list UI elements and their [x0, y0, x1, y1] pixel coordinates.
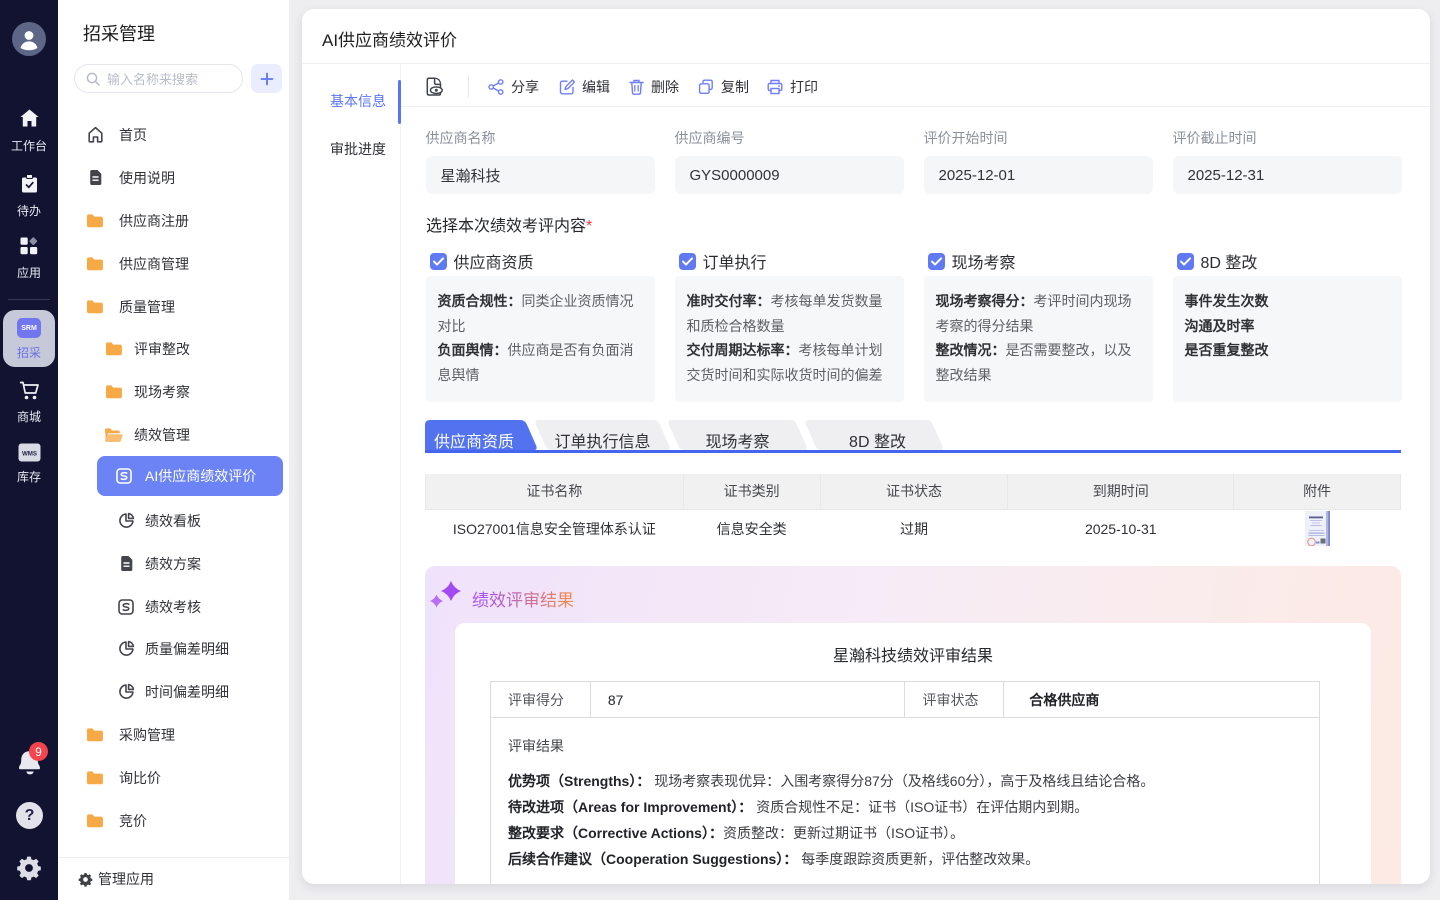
svg-text:WMS: WMS	[21, 451, 36, 458]
